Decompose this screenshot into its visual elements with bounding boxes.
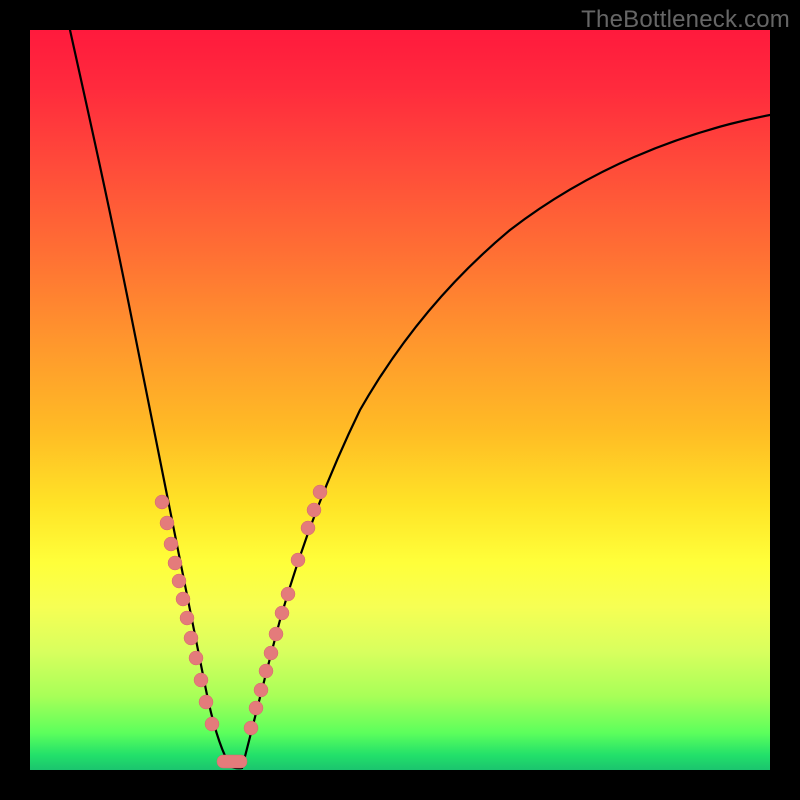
marker-dot: [259, 664, 273, 678]
markers-right: [244, 485, 327, 735]
marker-dot: [281, 587, 295, 601]
chart-svg: [30, 30, 770, 770]
curve-right: [242, 115, 770, 768]
marker-dot: [275, 606, 289, 620]
markers-left: [155, 495, 219, 731]
marker-dot: [313, 485, 327, 499]
marker-dot: [168, 556, 182, 570]
marker-dot: [194, 673, 208, 687]
marker-dot: [244, 721, 258, 735]
marker-dot: [264, 646, 278, 660]
marker-dot: [155, 495, 169, 509]
marker-dot: [307, 503, 321, 517]
marker-dot: [249, 701, 263, 715]
marker-dot: [184, 631, 198, 645]
curve-left: [70, 30, 230, 766]
marker-dot: [291, 553, 305, 567]
frame: TheBottleneck.com: [0, 0, 800, 800]
marker-dot: [176, 592, 190, 606]
marker-dot: [269, 627, 283, 641]
marker-dot: [254, 683, 268, 697]
marker-dot: [160, 516, 174, 530]
marker-dot: [172, 574, 186, 588]
marker-dot: [199, 695, 213, 709]
marker-dot: [180, 611, 194, 625]
marker-dot: [164, 537, 178, 551]
watermark-text: TheBottleneck.com: [581, 6, 790, 34]
marker-dot: [205, 717, 219, 731]
marker-dot: [301, 521, 315, 535]
valley-marker: [217, 755, 247, 768]
marker-dot: [189, 651, 203, 665]
plot-area: [30, 30, 770, 770]
